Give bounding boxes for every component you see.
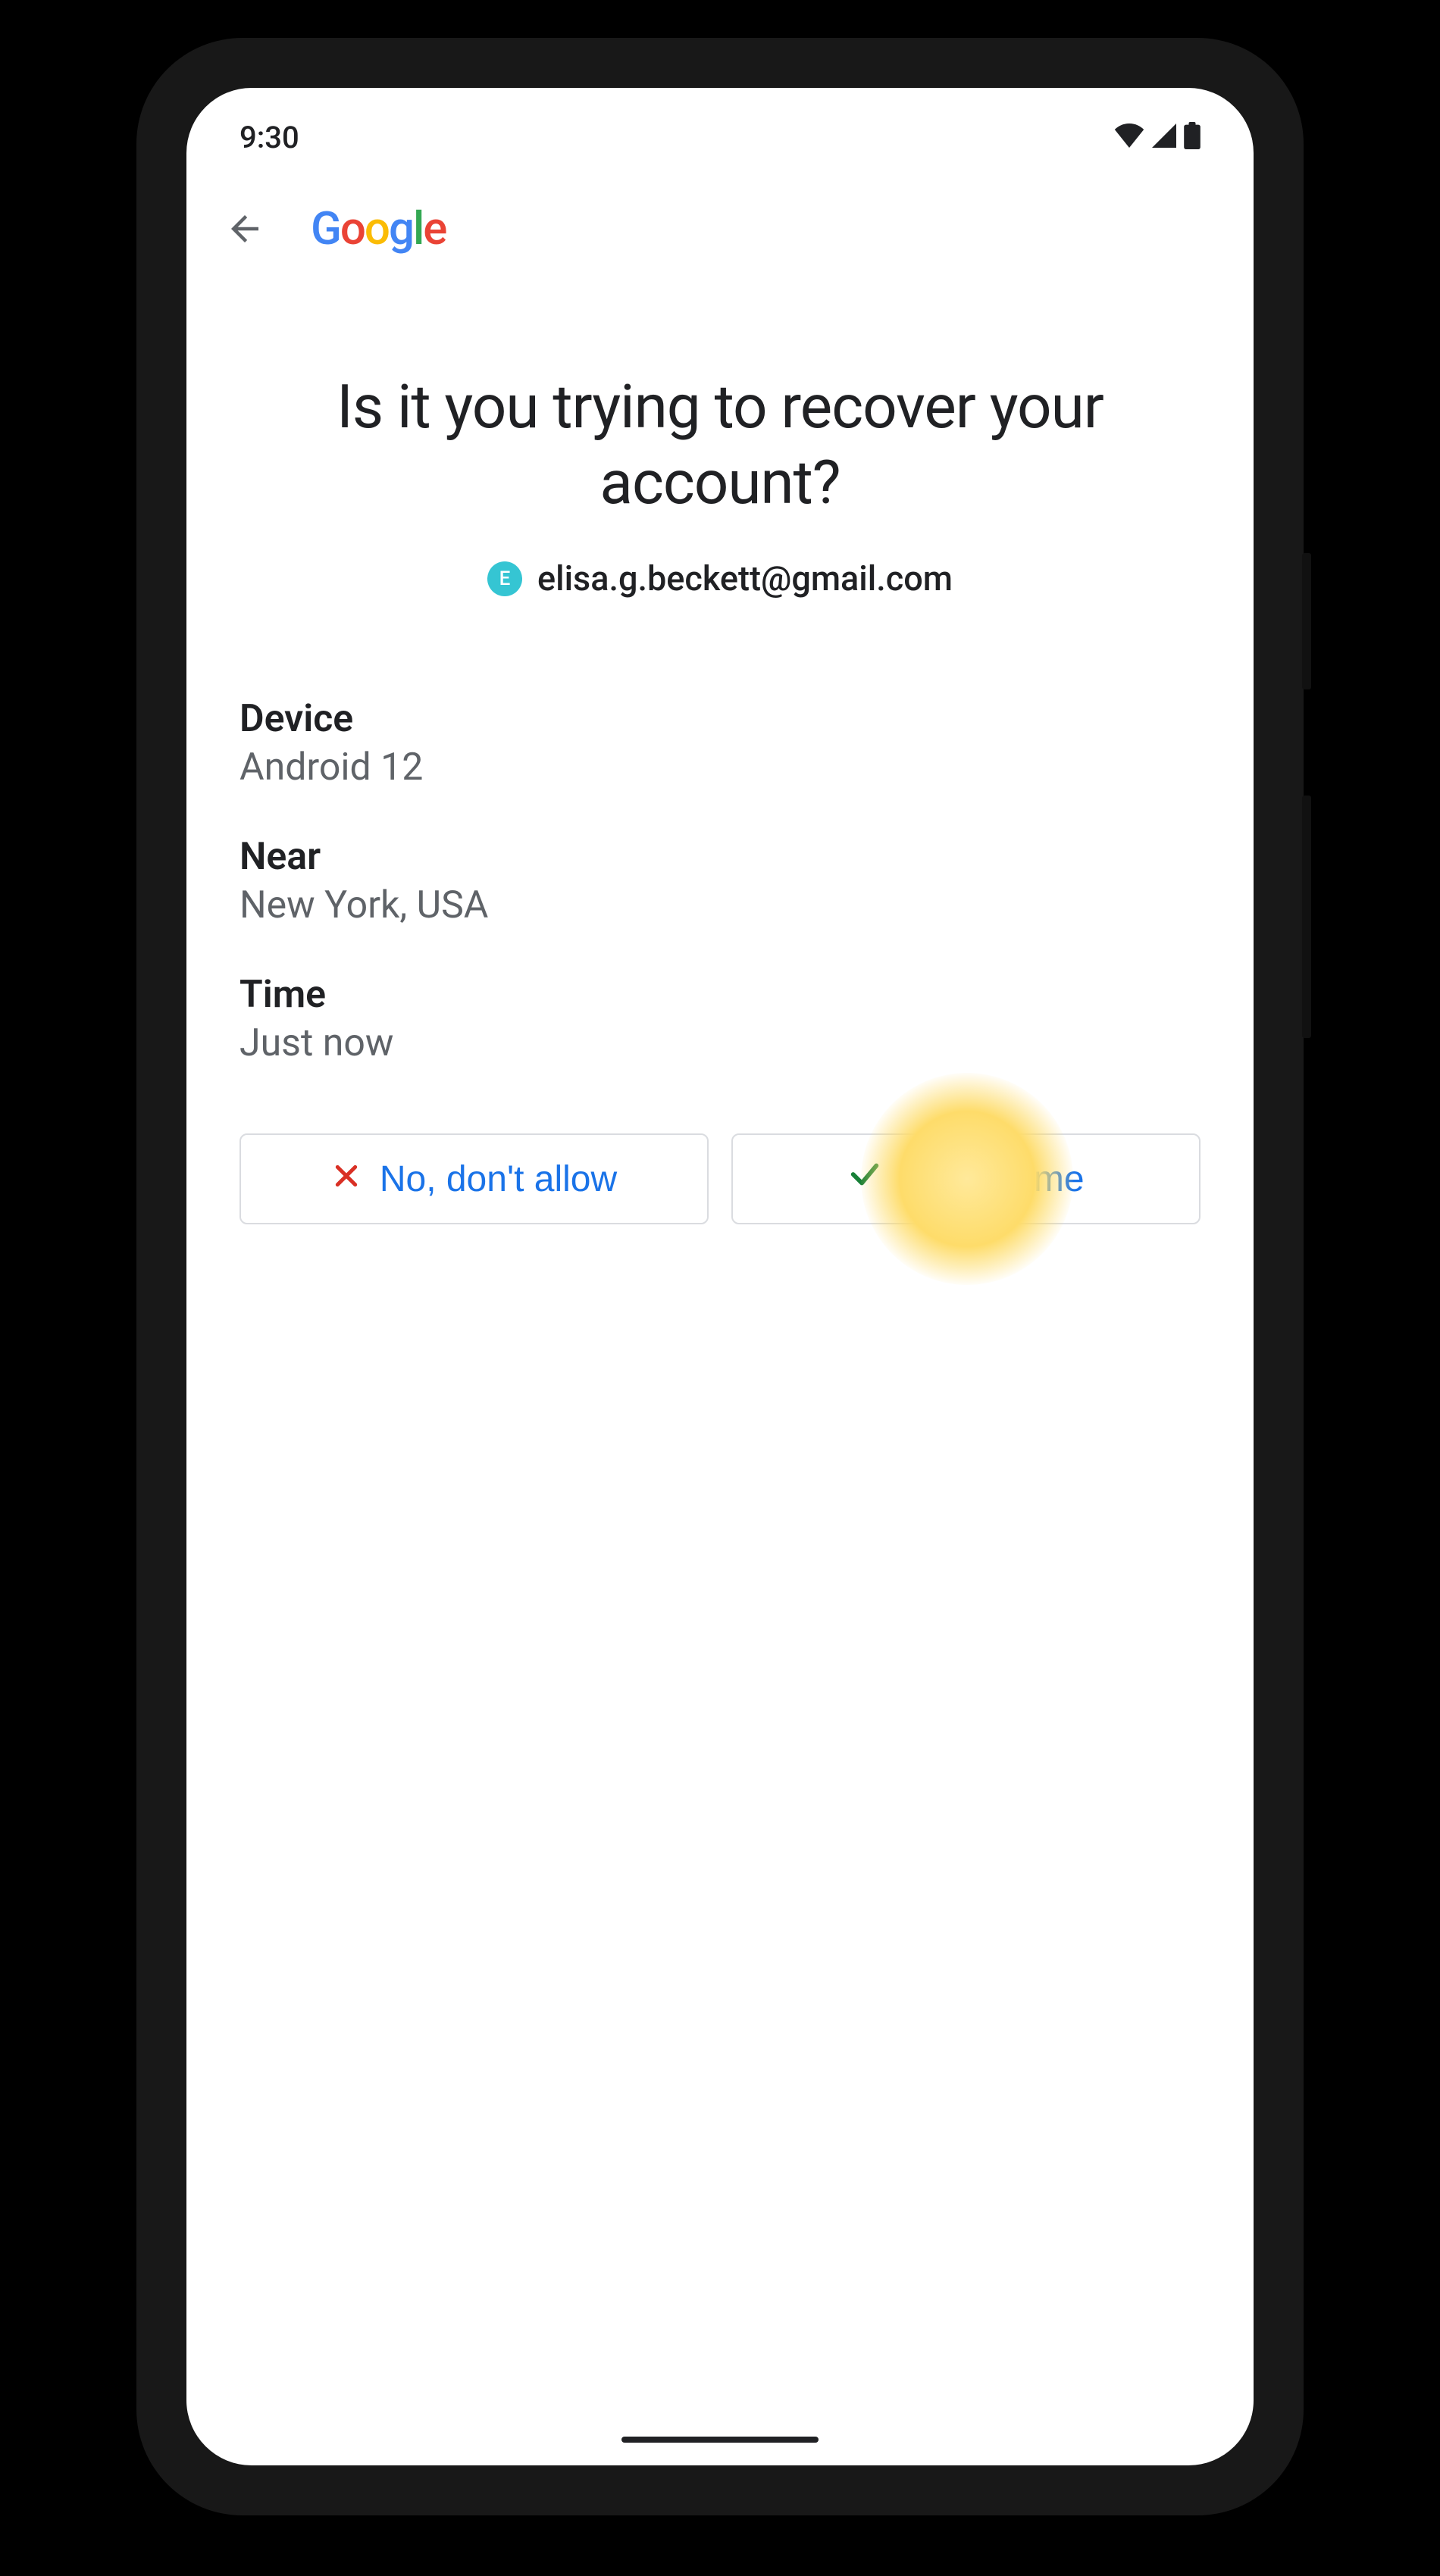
screen: 9:30 Google Is it you tryi <box>186 88 1254 2465</box>
back-button[interactable] <box>224 208 265 249</box>
account-email: elisa.g.beckett@gmail.com <box>537 558 953 599</box>
deny-button[interactable]: No, don't allow <box>239 1133 709 1224</box>
google-logo: Google <box>311 202 446 255</box>
nav-handle[interactable] <box>621 2437 819 2443</box>
allow-label: Yes, it's me <box>900 1158 1084 1200</box>
side-button-2 <box>1302 796 1311 1038</box>
time-label: Time <box>239 973 1201 1017</box>
detail-time: Time Just now <box>239 973 1201 1065</box>
battery-icon <box>1184 122 1201 152</box>
phone-frame: 9:30 Google Is it you tryi <box>136 38 1304 2515</box>
side-button-1 <box>1302 553 1311 689</box>
cellular-icon <box>1150 123 1178 151</box>
account-row: E elisa.g.beckett@gmail.com <box>239 558 1201 599</box>
detail-device: Device Android 12 <box>239 697 1201 789</box>
avatar: E <box>487 561 522 596</box>
button-row: No, don't allow Yes, it's me <box>239 1133 1201 1224</box>
wifi-icon <box>1114 123 1144 151</box>
near-value: New York, USA <box>239 883 1201 927</box>
time-value: Just now <box>239 1021 1201 1065</box>
device-value: Android 12 <box>239 746 1201 789</box>
detail-near: Near New York, USA <box>239 835 1201 927</box>
status-icons <box>1114 122 1201 152</box>
app-header: Google <box>186 164 1254 278</box>
page-title: Is it you trying to recover your account… <box>239 369 1201 521</box>
status-time: 9:30 <box>239 120 299 155</box>
allow-button[interactable]: Yes, it's me <box>731 1133 1201 1224</box>
content-area: Is it you trying to recover your account… <box>186 278 1254 1224</box>
check-icon <box>847 1157 882 1201</box>
deny-label: No, don't allow <box>380 1158 617 1200</box>
status-bar: 9:30 <box>186 88 1254 164</box>
near-label: Near <box>239 835 1201 879</box>
close-icon <box>331 1158 362 1200</box>
device-label: Device <box>239 697 1201 741</box>
